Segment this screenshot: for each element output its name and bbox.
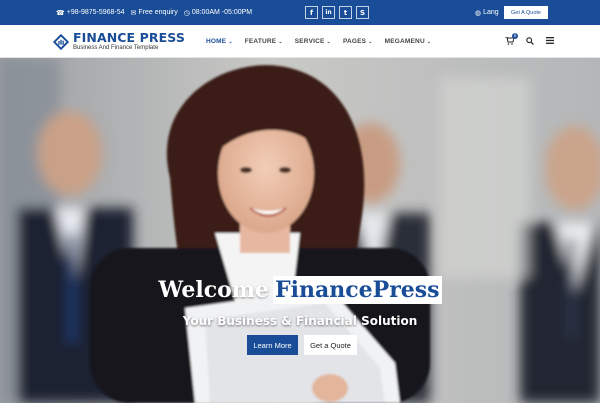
email-info[interactable]: ✉ Free enquiry xyxy=(131,9,178,17)
nav-label: PAGES xyxy=(342,38,367,45)
nav-item-pages[interactable]: PAGES ⌄ xyxy=(343,38,373,45)
lang-label: Lang xyxy=(483,9,499,16)
logo-mark-icon xyxy=(52,33,70,51)
nav-label: SERVICE xyxy=(294,38,325,45)
hours-info: ◷ 08:00AM -05:00PM xyxy=(184,9,252,17)
hours-text: 08:00AM -05:00PM xyxy=(191,9,253,16)
hero-banner: Welcome FinancePress Your Business & Fin… xyxy=(0,58,600,403)
hero-subtitle: Your Business & Financial Solution xyxy=(182,314,418,328)
welcome-brand: FinancePress xyxy=(273,276,442,304)
chevron-down-icon: ⌄ xyxy=(326,38,331,45)
phone-number: +98-9875-5968-54 xyxy=(66,9,125,16)
logo-text: FINANCE PRESS Business And Finance Templ… xyxy=(73,30,185,52)
twitter-icon[interactable]: t xyxy=(339,6,352,19)
logo-name: FINANCE PRESS xyxy=(73,30,185,45)
chevron-down-icon: ⌄ xyxy=(368,38,373,45)
get-a-quote-top-button[interactable]: Get A Quote xyxy=(504,6,548,19)
chevron-down-icon: ⌄ xyxy=(228,38,233,45)
nav-label: MEGAMENU xyxy=(384,38,425,45)
welcome-word: Welcome xyxy=(158,277,270,303)
nav-item-megamenu[interactable]: MEGAMENU ⌄ xyxy=(385,38,432,45)
linkedin-icon[interactable]: in xyxy=(322,6,335,19)
envelope-icon: ✉ xyxy=(130,8,137,17)
nav-item-service[interactable]: SERVICE ⌄ xyxy=(295,38,331,45)
language-selector[interactable]: ◍ Lang xyxy=(475,0,499,25)
learn-more-button[interactable]: Learn More xyxy=(247,335,298,355)
nav-label: FEATURE xyxy=(244,38,277,45)
clock-icon: ◷ xyxy=(183,8,190,17)
email-label: Free enquiry xyxy=(138,9,178,16)
skype-icon[interactable]: S xyxy=(356,6,369,19)
hero-heading: Welcome FinancePress xyxy=(0,276,600,304)
menu-icon[interactable] xyxy=(546,37,554,46)
nav-label: HOME xyxy=(206,38,227,45)
chevron-down-icon: ⌄ xyxy=(426,38,432,45)
search-icon[interactable] xyxy=(526,36,534,47)
contact-info: ☎ +98-9875-5968-54 ✉ Free enquiry ◷ 08:0… xyxy=(56,0,252,25)
get-a-quote-button[interactable]: Get a Quote xyxy=(304,335,357,355)
main-header: FINANCE PRESS Business And Finance Templ… xyxy=(0,25,600,58)
phone-info[interactable]: ☎ +98-9875-5968-54 xyxy=(56,9,125,17)
header-icons: 0 xyxy=(505,25,554,58)
phone-icon: ☎ xyxy=(56,8,65,17)
globe-icon: ◍ xyxy=(475,8,482,17)
cart-icon[interactable]: 0 xyxy=(505,32,518,47)
logo-tagline: Business And Finance Template xyxy=(73,45,159,51)
chevron-down-icon: ⌄ xyxy=(278,38,283,45)
nav-item-home[interactable]: HOME ⌄ xyxy=(206,38,233,45)
facebook-icon[interactable]: f xyxy=(305,6,318,19)
main-nav: HOME ⌄ FEATURE ⌄ SERVICE ⌄ PAGES ⌄ MEGAMENU ⌄ xyxy=(206,25,431,58)
cart-count-badge: 0 xyxy=(512,32,518,39)
nav-item-feature[interactable]: FEATURE ⌄ xyxy=(245,38,283,45)
hero-cta-group: Learn More Get a Quote xyxy=(247,335,357,355)
top-bar: ☎ +98-9875-5968-54 ✉ Free enquiry ◷ 08:0… xyxy=(0,0,600,25)
social-links: f in t S xyxy=(305,6,369,19)
logo[interactable]: FINANCE PRESS Business And Finance Templ… xyxy=(52,30,185,54)
